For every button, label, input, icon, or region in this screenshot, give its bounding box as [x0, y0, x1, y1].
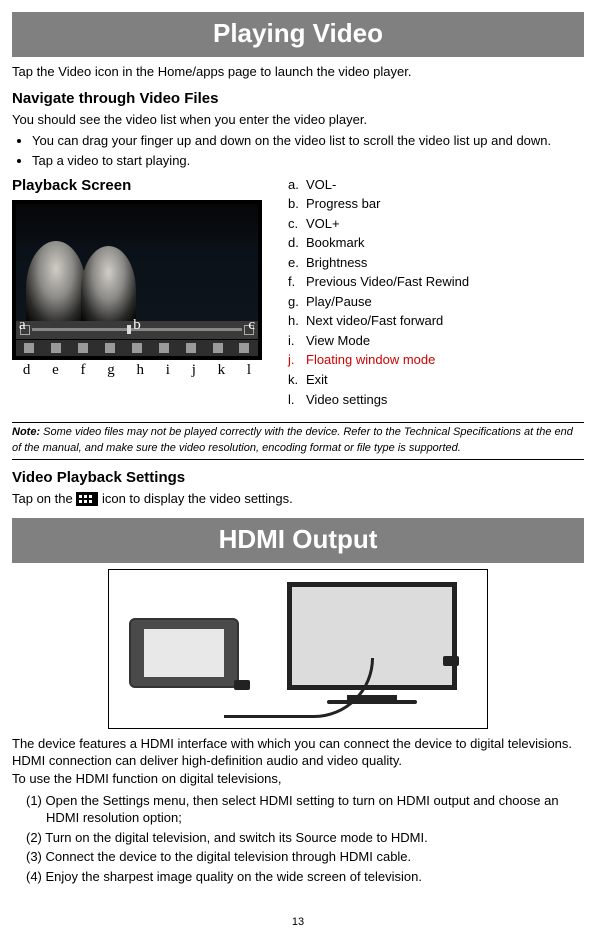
legend-row: f.Previous Video/Fast Rewind	[288, 273, 473, 293]
legend-key: i.	[288, 332, 306, 352]
intro-text: Tap the Video icon in the Home/apps page…	[12, 63, 584, 81]
hdmi-steps: (1) Open the Settings menu, then select …	[12, 792, 584, 886]
legend-val: View Mode	[306, 332, 473, 352]
heading-navigate: Navigate through Video Files	[12, 89, 584, 109]
legend-row: k.Exit	[288, 371, 473, 391]
legend-row: l.Video settings	[288, 391, 473, 411]
legend-row: b.Progress bar	[288, 195, 473, 215]
callout-d: d	[23, 360, 31, 380]
hdmi-figure	[108, 569, 488, 729]
callout-l: l	[247, 360, 251, 380]
step-item: (2) Turn on the digital television, and …	[26, 829, 584, 847]
callout-i: i	[166, 360, 170, 380]
legend-val: Bookmark	[306, 234, 473, 254]
legend-table: a.VOL- b.Progress bar c.VOL+ d.Bookmark …	[288, 176, 473, 411]
navigate-text: You should see the video list when you e…	[12, 111, 584, 129]
vps-text-part2: icon to display the video settings.	[102, 491, 293, 506]
control-icon	[239, 343, 249, 353]
bullet-item: You can drag your finger up and down on …	[32, 132, 584, 150]
hdmi-text-2: To use the HDMI function on digital tele…	[12, 770, 584, 788]
overlay-letters: a b c	[13, 315, 261, 335]
legend-val: Video settings	[306, 391, 473, 411]
callout-a: a	[13, 315, 43, 335]
callout-j: j	[192, 360, 196, 380]
callout-b: b	[43, 315, 231, 335]
legend-key: j.	[288, 351, 306, 371]
playback-screenshot: a b c	[12, 200, 262, 360]
control-icon	[105, 343, 115, 353]
callout-g: g	[107, 360, 115, 380]
control-icon	[51, 343, 61, 353]
heading-playback: Playback Screen	[12, 176, 272, 196]
callout-c: c	[231, 315, 261, 335]
legend-row: a.VOL-	[288, 176, 473, 196]
legend-row: e.Brightness	[288, 254, 473, 274]
hdmi-plug-icon	[443, 656, 459, 666]
hdmi-plug-icon	[234, 680, 250, 690]
legend-key: e.	[288, 254, 306, 274]
bullet-item: Tap a video to start playing.	[32, 152, 584, 170]
note-text: Note: Some video files may not be played…	[12, 425, 584, 457]
settings-grid-icon	[76, 492, 98, 506]
legend-val: Brightness	[306, 254, 473, 274]
vps-text: Tap on the icon to display the video set…	[12, 490, 584, 508]
callout-k: k	[218, 360, 226, 380]
under-letters: d e f g h i j k l	[12, 360, 262, 380]
section-banner-playing-video: Playing Video	[12, 12, 584, 57]
legend-key: g.	[288, 293, 306, 313]
control-icon	[186, 343, 196, 353]
legend-row: g.Play/Pause	[288, 293, 473, 313]
figure-person-icon	[81, 246, 136, 321]
legend-key: b.	[288, 195, 306, 215]
step-item: (3) Connect the device to the digital te…	[26, 848, 584, 866]
legend-key: k.	[288, 371, 306, 391]
note-label: Note:	[12, 426, 40, 438]
legend-val: Floating window mode	[306, 351, 473, 371]
callout-h: h	[137, 360, 145, 380]
step-item: (4) Enjoy the sharpest image quality on …	[26, 868, 584, 886]
step-item: (1) Open the Settings menu, then select …	[26, 792, 584, 827]
legend-val: Progress bar	[306, 195, 473, 215]
callout-f: f	[81, 360, 86, 380]
control-icon	[132, 343, 142, 353]
legend-row: h.Next video/Fast forward	[288, 312, 473, 332]
legend-row: c.VOL+	[288, 215, 473, 235]
note-body: Some video files may not be played corre…	[12, 426, 573, 454]
legend-row: d.Bookmark	[288, 234, 473, 254]
hdmi-text-1: The device features a HDMI interface wit…	[12, 735, 584, 770]
legend-key: c.	[288, 215, 306, 235]
legend-key: l.	[288, 391, 306, 411]
separator	[12, 459, 584, 460]
navigate-bullets: You can drag your finger up and down on …	[12, 132, 584, 169]
vps-text-part1: Tap on the	[12, 491, 76, 506]
legend-key: a.	[288, 176, 306, 196]
control-icon	[213, 343, 223, 353]
controls-bar	[16, 340, 258, 356]
legend-key: f.	[288, 273, 306, 293]
control-icon	[24, 343, 34, 353]
legend-val: Exit	[306, 371, 473, 391]
figure-person-icon	[26, 241, 86, 321]
legend-val: Play/Pause	[306, 293, 473, 313]
legend-row: i.View Mode	[288, 332, 473, 352]
heading-video-playback-settings: Video Playback Settings	[12, 468, 584, 488]
legend-key: d.	[288, 234, 306, 254]
legend-val: Next video/Fast forward	[306, 312, 473, 332]
page-number: 13	[12, 915, 584, 930]
callout-e: e	[52, 360, 59, 380]
legend-val: VOL+	[306, 215, 473, 235]
legend-val: VOL-	[306, 176, 473, 196]
legend-key: h.	[288, 312, 306, 332]
separator	[12, 422, 584, 423]
section-banner-hdmi: HDMI Output	[12, 518, 584, 563]
legend-row-highlighted: j.Floating window mode	[288, 351, 473, 371]
video-scene	[16, 204, 258, 321]
legend-val: Previous Video/Fast Rewind	[306, 273, 473, 293]
tablet-icon	[129, 618, 239, 688]
control-icon	[159, 343, 169, 353]
control-icon	[78, 343, 88, 353]
